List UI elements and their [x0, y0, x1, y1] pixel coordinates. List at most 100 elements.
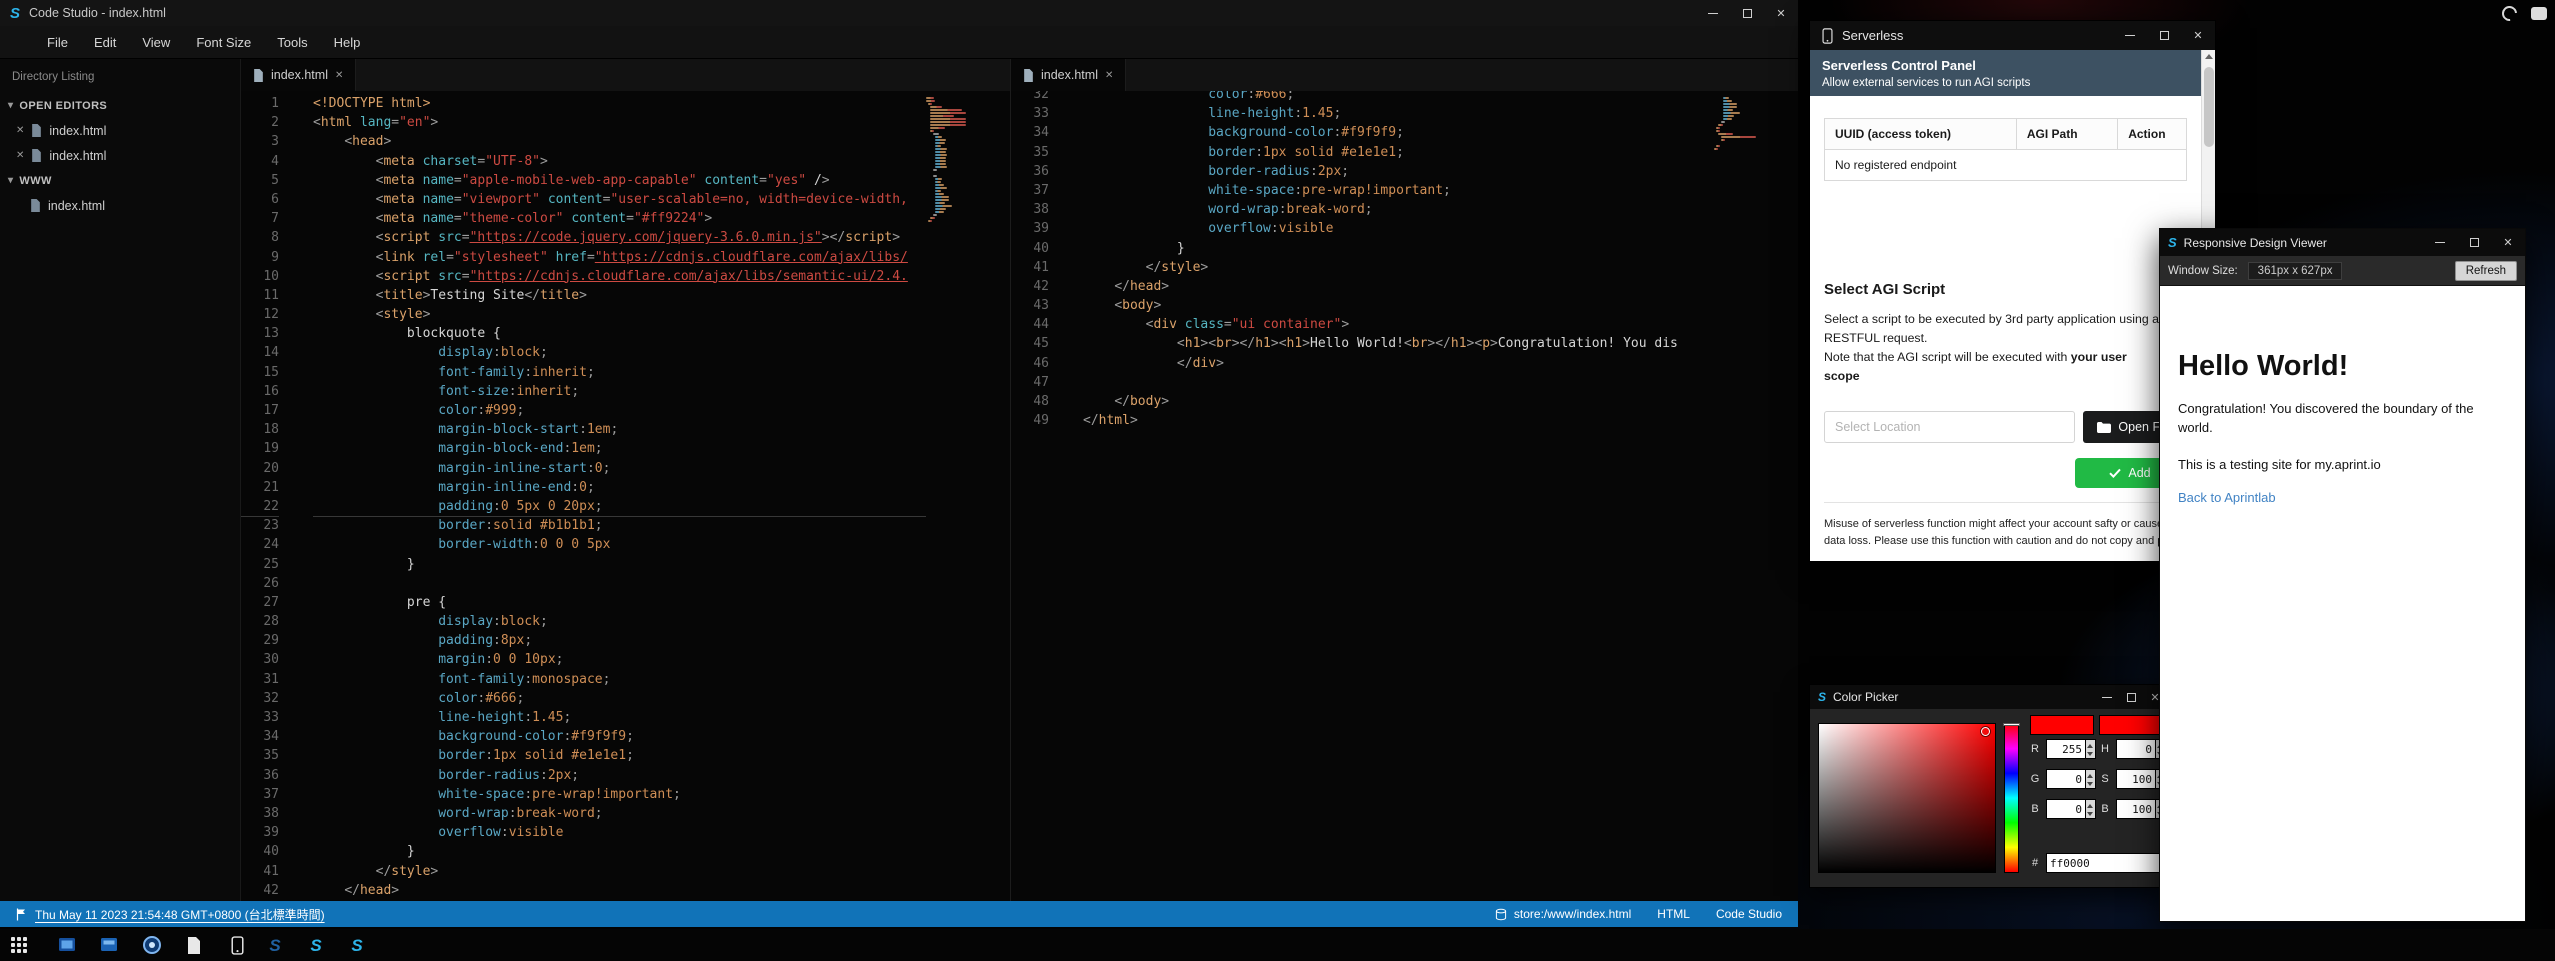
status-language[interactable]: HTML	[1657, 907, 1690, 921]
hue-cursor[interactable]	[2003, 723, 2020, 726]
menu-item-view[interactable]: View	[129, 35, 183, 50]
line-number: 25	[241, 555, 279, 574]
line-number-gutter: 1234567891011121314151617181920212223242…	[241, 94, 297, 900]
code-line: white-space:pre-wrap!important;	[1083, 181, 1714, 200]
color-cursor[interactable]	[1981, 727, 1990, 736]
start-button[interactable]	[8, 934, 30, 956]
line-number: 42	[241, 881, 279, 900]
tab-index-html[interactable]: index.html	[1011, 59, 1126, 91]
code-content[interactable]: <!DOCTYPE html><html lang="en"> <head> <…	[297, 94, 926, 900]
taskbar-app-window-2[interactable]	[98, 934, 120, 956]
green-label: G	[2028, 773, 2042, 785]
minimap[interactable]	[926, 97, 970, 223]
maximize-button[interactable]	[2457, 229, 2491, 256]
stepper-icon[interactable]	[2086, 769, 2096, 789]
close-button[interactable]	[1764, 0, 1798, 26]
status-app-name[interactable]: Code Studio	[1716, 907, 1782, 921]
hue-slider[interactable]	[2004, 723, 2019, 873]
description-line: RESTFUL request.	[1824, 329, 2187, 348]
green-input[interactable]	[2046, 769, 2086, 789]
saturation-label: S	[2098, 773, 2112, 785]
maximize-button[interactable]	[1730, 0, 1764, 26]
taskbar-document[interactable]	[183, 934, 205, 956]
saturation-input[interactable]	[2116, 769, 2156, 789]
scrollbar-thumb[interactable]	[2204, 67, 2214, 147]
minimize-button[interactable]	[2095, 685, 2119, 709]
window-app-icon	[99, 935, 119, 955]
window-title: Code Studio - index.html	[29, 6, 166, 20]
taskbar-code-studio-1[interactable]	[264, 934, 286, 956]
close-icon[interactable]	[16, 125, 24, 136]
file-tree-item[interactable]: index.html	[0, 193, 240, 218]
line-number: 31	[241, 670, 279, 689]
blue-input[interactable]	[2046, 799, 2086, 819]
close-icon[interactable]	[16, 150, 24, 161]
code-editor[interactable]: 323334353637383940414243444546474849 col…	[1011, 91, 1798, 901]
stepper-icon[interactable]	[2086, 799, 2096, 819]
line-number: 36	[241, 766, 279, 785]
window-title: Color Picker	[1833, 690, 1898, 704]
menu-item-tools[interactable]: Tools	[264, 35, 320, 50]
brightness-input[interactable]	[2116, 799, 2156, 819]
refresh-button[interactable]: Refresh	[2455, 261, 2517, 281]
stepper-icon[interactable]	[2086, 739, 2096, 759]
minimize-button[interactable]	[2423, 229, 2457, 256]
red-input[interactable]	[2046, 739, 2086, 759]
taskbar-code-studio-3[interactable]	[346, 934, 368, 956]
taskbar	[0, 929, 2555, 961]
saturation-value-field[interactable]	[1818, 723, 1996, 873]
line-number: 32	[241, 689, 279, 708]
tab-index-html[interactable]: index.html	[241, 59, 356, 91]
close-button[interactable]	[2491, 229, 2525, 256]
window-size-value[interactable]: 361px x 627px	[2248, 262, 2343, 280]
line-number: 27	[241, 593, 279, 612]
line-number: 22	[241, 497, 279, 516]
minimize-button[interactable]	[2113, 21, 2147, 50]
menu-item-help[interactable]: Help	[321, 35, 374, 50]
hue-input[interactable]	[2116, 739, 2156, 759]
folder-icon	[2097, 422, 2111, 433]
taskbar-browser[interactable]	[141, 934, 163, 956]
line-number: 39	[1011, 219, 1049, 238]
status-file-path[interactable]: store:/www/index.html	[1495, 907, 1631, 921]
hex-input[interactable]	[2046, 853, 2166, 873]
flag-icon	[16, 908, 27, 921]
taskbar-app-window-1[interactable]	[56, 934, 78, 956]
menu-item-file[interactable]: File	[34, 35, 81, 50]
code-editor[interactable]: 1234567891011121314151617181920212223242…	[241, 91, 1010, 901]
open-editor-item[interactable]: index.html	[0, 118, 240, 143]
maximize-button[interactable]	[2119, 685, 2143, 709]
open-editor-item[interactable]: index.html	[0, 143, 240, 168]
script-location-input[interactable]	[1824, 411, 2075, 443]
minimize-button[interactable]	[1696, 0, 1730, 26]
check-icon	[2109, 468, 2121, 478]
document-icon	[186, 936, 202, 955]
menu-item-font-size[interactable]: Font Size	[183, 35, 264, 50]
code-line: background-color:#f9f9f9;	[313, 727, 926, 746]
menu-item-edit[interactable]: Edit	[81, 35, 129, 50]
chevron-down-icon	[8, 100, 13, 111]
scroll-up-icon[interactable]	[2202, 50, 2215, 64]
file-icon	[1023, 69, 1034, 82]
taskbar-serverless-phone[interactable]	[226, 934, 248, 956]
tab-close-icon[interactable]	[335, 70, 343, 81]
maximize-button[interactable]	[2147, 21, 2181, 50]
code-line: <h1><br></h1><h1>Hello World!<br></h1><p…	[1083, 334, 1714, 353]
code-content[interactable]: color:#666; line-height:1.45; background…	[1067, 91, 1714, 430]
close-button[interactable]	[2181, 21, 2215, 50]
status-datetime[interactable]: Thu May 11 2023 21:54:48 GMT+0800 (台北標準時…	[35, 906, 325, 923]
line-number: 40	[1011, 239, 1049, 258]
agi-description: Select a script to be executed by 3rd pa…	[1824, 310, 2187, 386]
code-line: font-size:inherit;	[313, 382, 926, 401]
back-link[interactable]: Back to Aprintlab	[2178, 490, 2507, 505]
hue-field-row: H	[2098, 739, 2166, 759]
code-line: }	[313, 842, 926, 861]
line-number: 35	[241, 746, 279, 765]
line-number-gutter: 323334353637383940414243444546474849	[1011, 91, 1067, 430]
tab-close-icon[interactable]	[1105, 70, 1113, 81]
section-www[interactable]: WWW	[0, 168, 240, 193]
taskbar-code-studio-2[interactable]	[305, 934, 327, 956]
minimap[interactable]	[1714, 97, 1758, 151]
section-open-editors[interactable]: OPEN EDITORS	[0, 93, 240, 118]
file-icon	[30, 199, 41, 212]
